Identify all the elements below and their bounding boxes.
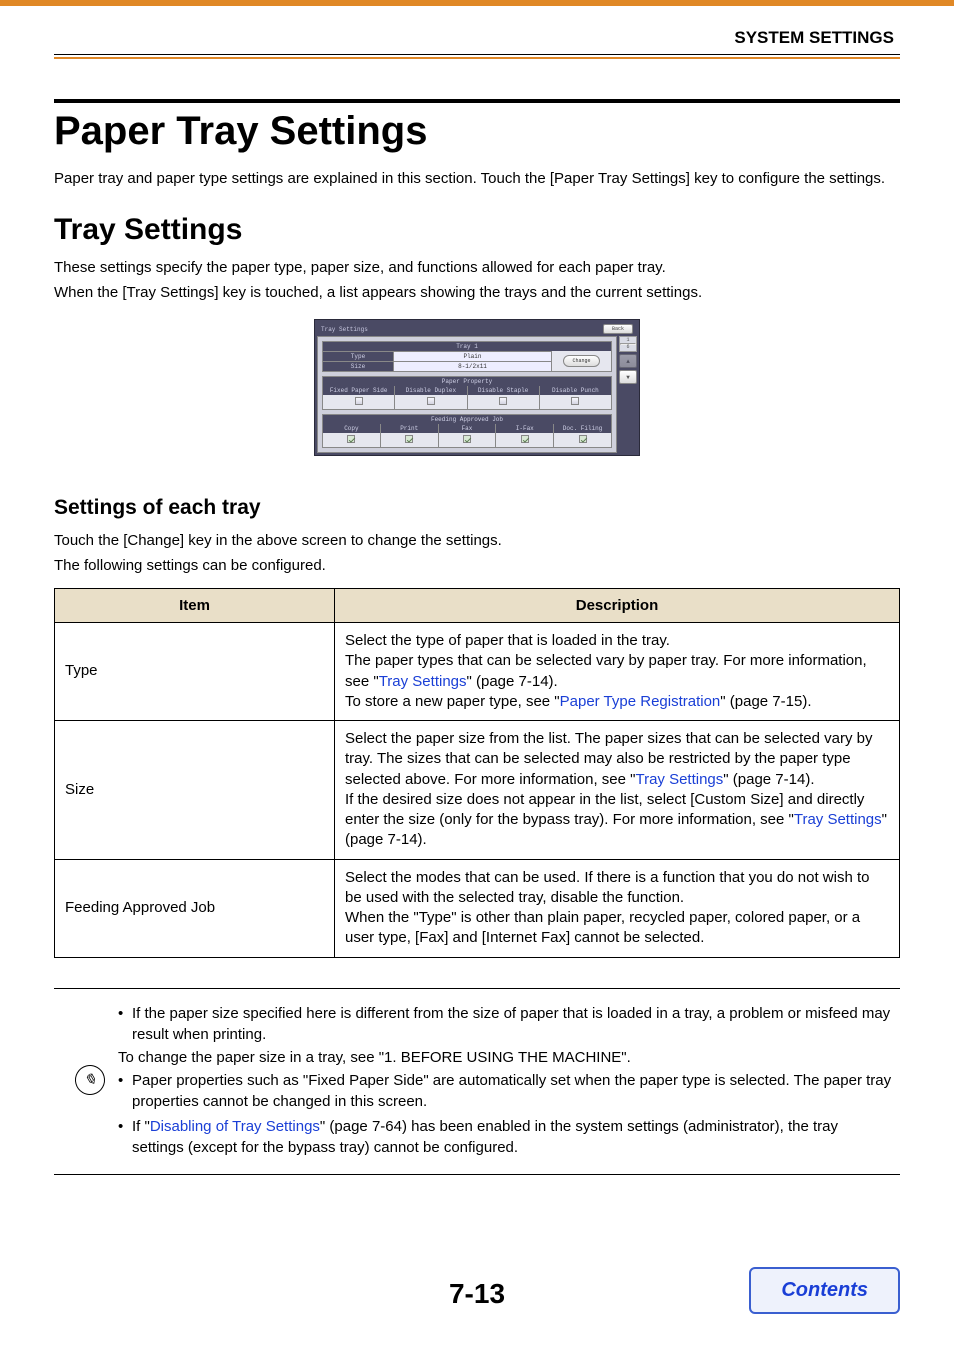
lcd-prop-1: Disable Duplex: [395, 386, 466, 395]
checkbox-checked[interactable]: [521, 435, 529, 443]
back-button[interactable]: Back: [603, 324, 633, 334]
each-tray-heading: Settings of each tray: [54, 496, 900, 520]
each-tray-para1: Touch the [Change] key in the above scre…: [54, 530, 900, 551]
contents-button[interactable]: Contents: [749, 1267, 900, 1314]
page-indicator: 1 6: [619, 336, 637, 352]
note-1b: To change the paper size in a tray, see …: [118, 1049, 892, 1066]
table-row: Size Select the paper size from the list…: [55, 721, 900, 860]
lcd-type-value: Plain: [393, 351, 551, 361]
checkbox[interactable]: [499, 397, 507, 405]
scroll-down-button[interactable]: ▼: [619, 370, 637, 384]
lcd-job-3: I-Fax: [496, 424, 553, 433]
row-feed-item: Feeding Approved Job: [55, 859, 335, 957]
col-desc: Description: [335, 589, 900, 623]
checkbox-checked[interactable]: [579, 435, 587, 443]
link-disabling-tray-settings[interactable]: Disabling of Tray Settings: [150, 1118, 320, 1135]
lcd-size-value: 8-1/2x11: [393, 361, 551, 371]
checkbox[interactable]: [571, 397, 579, 405]
link-tray-settings[interactable]: Tray Settings: [635, 771, 723, 788]
lcd-tray-label: Tray 1: [323, 342, 611, 351]
link-paper-type-registration[interactable]: Paper Type Registration: [560, 693, 721, 710]
top-accent-bar: [0, 0, 954, 6]
checkbox-checked[interactable]: [347, 435, 355, 443]
note-icon: ✎: [72, 1062, 109, 1099]
lcd-prop-3: Disable Punch: [540, 386, 611, 395]
lcd-job-0: Copy: [323, 424, 380, 433]
note-box: ✎ If the paper size specified here is di…: [54, 988, 900, 1175]
lcd-title: Tray Settings: [321, 326, 368, 333]
lcd-type-label: Type: [323, 351, 393, 361]
lcd-prop-0: Fixed Paper Side: [323, 386, 394, 395]
row-type-desc: Select the type of paper that is loaded …: [335, 623, 900, 721]
lcd-job-2: Fax: [439, 424, 496, 433]
note-2: Paper properties such as "Fixed Paper Si…: [118, 1070, 892, 1112]
tray-settings-para2: When the [Tray Settings] key is touched,…: [54, 282, 900, 303]
each-tray-para2: The following settings can be configured…: [54, 555, 900, 576]
lcd-prop-header: Paper Property: [323, 377, 611, 386]
lcd-size-label: Size: [323, 361, 393, 371]
lcd-feed-header: Feeding Approved Job: [323, 415, 611, 424]
lcd-prop-2: Disable Staple: [468, 386, 539, 395]
scroll-up-button[interactable]: ▲: [619, 354, 637, 368]
col-item: Item: [55, 589, 335, 623]
checkbox-checked[interactable]: [405, 435, 413, 443]
title-rule: [54, 99, 900, 103]
page-title: Paper Tray Settings: [54, 109, 900, 154]
lcd-job-1: Print: [381, 424, 438, 433]
link-tray-settings[interactable]: Tray Settings: [794, 811, 882, 828]
checkbox-checked[interactable]: [463, 435, 471, 443]
note-1: If the paper size specified here is diff…: [118, 1003, 892, 1045]
row-type-item: Type: [55, 623, 335, 721]
lcd-screenshot: Tray Settings Back Tray 1 Type Size: [314, 319, 640, 456]
row-feed-desc: Select the modes that can be used. If th…: [335, 859, 900, 957]
table-row: Type Select the type of paper that is lo…: [55, 623, 900, 721]
header-rule: [54, 54, 900, 55]
change-button[interactable]: Change: [563, 355, 599, 367]
intro-text: Paper tray and paper type settings are e…: [54, 168, 900, 189]
checkbox[interactable]: [427, 397, 435, 405]
row-size-item: Size: [55, 721, 335, 860]
tray-settings-para1: These settings specify the paper type, p…: [54, 257, 900, 278]
checkbox[interactable]: [355, 397, 363, 405]
header-accent: [54, 57, 900, 59]
tray-settings-heading: Tray Settings: [54, 213, 900, 247]
section-header: SYSTEM SETTINGS: [54, 28, 900, 48]
lcd-job-4: Doc. Filing: [554, 424, 611, 433]
link-tray-settings[interactable]: Tray Settings: [379, 673, 467, 690]
note-3: If "Disabling of Tray Settings" (page 7-…: [118, 1116, 892, 1158]
settings-table: Item Description Type Select the type of…: [54, 588, 900, 958]
table-row: Feeding Approved Job Select the modes th…: [55, 859, 900, 957]
row-size-desc: Select the paper size from the list. The…: [335, 721, 900, 860]
